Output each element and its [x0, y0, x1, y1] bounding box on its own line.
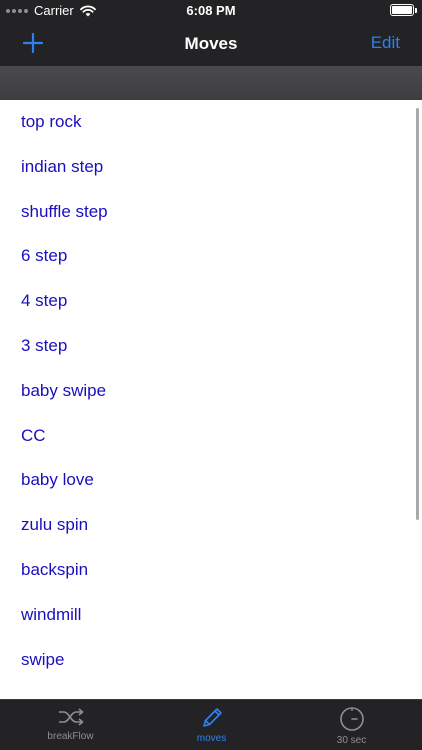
tab-label: breakFlow: [47, 731, 94, 742]
timer-icon: [339, 707, 364, 731]
battery-fill: [392, 6, 412, 14]
list-item[interactable]: baby swipe: [0, 369, 422, 414]
list-item[interactable]: top rock: [0, 100, 422, 145]
shuffle-icon: [58, 708, 84, 726]
page-title: Moves: [184, 34, 238, 53]
tab-breakflow[interactable]: breakFlow: [0, 700, 141, 750]
list-item[interactable]: baby love: [0, 458, 422, 503]
list-item[interactable]: shuffle step: [0, 190, 422, 235]
tab-moves[interactable]: moves: [141, 700, 282, 750]
list-item[interactable]: windmill: [0, 593, 422, 638]
tab-30-sec[interactable]: 30 sec: [281, 700, 422, 750]
list-item[interactable]: backspin: [0, 548, 422, 593]
list-item[interactable]: 4 step: [0, 279, 422, 324]
navigation-bar: Moves Edit: [0, 22, 422, 66]
scroll-indicator[interactable]: [416, 108, 419, 520]
list-item[interactable]: 6 step: [0, 234, 422, 279]
header-banner: [0, 66, 422, 100]
tab-label: moves: [196, 733, 227, 744]
plus-icon[interactable]: [22, 32, 44, 54]
status-time: 6:08 PM: [186, 3, 236, 18]
battery-icon: [390, 4, 417, 16]
list-item[interactable]: indian step: [0, 145, 422, 190]
tab-bar: breakFlow moves 30 sec: [0, 699, 422, 750]
list-item[interactable]: 3 step: [0, 324, 422, 369]
pencil-icon: [202, 708, 222, 727]
tab-label: 30 sec: [336, 735, 367, 746]
list-item[interactable]: CC: [0, 414, 422, 459]
moves-list[interactable]: top rock indian step shuffle step 6 step…: [0, 100, 422, 699]
list-item[interactable]: zulu spin: [0, 503, 422, 548]
status-bar: Carrier 6:08 PM: [0, 0, 422, 22]
list-item[interactable]: swipe: [0, 638, 422, 683]
edit-button[interactable]: Edit: [371, 33, 400, 53]
